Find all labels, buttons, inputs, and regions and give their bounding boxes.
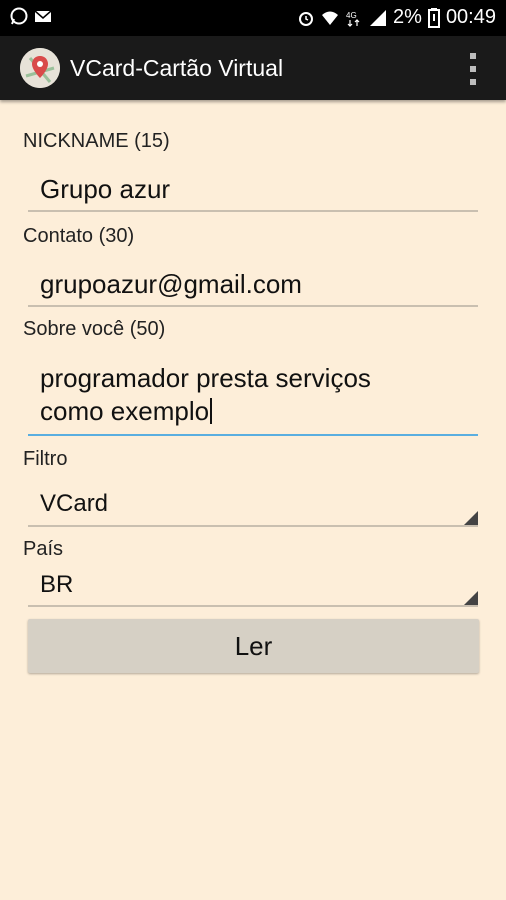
4g-icon: 4G <box>346 11 360 27</box>
map-pin-icon <box>20 48 60 88</box>
country-label: País <box>23 538 64 560</box>
contact-label: Contato (30) <box>23 225 135 247</box>
clock: 00:49 <box>445 6 496 28</box>
contact-underline <box>28 305 478 307</box>
about-line-1: programador presta serviços <box>40 363 371 393</box>
nickname-input[interactable]: Grupo azur <box>40 174 170 205</box>
country-dropdown-arrow-icon[interactable] <box>464 591 478 605</box>
svg-text:4G: 4G <box>346 11 357 20</box>
filter-underline <box>28 525 478 527</box>
status-bar: 4G 2% 00:49 <box>0 0 506 36</box>
read-button[interactable]: Ler <box>28 619 479 673</box>
text-cursor <box>210 398 213 424</box>
mail-icon <box>34 10 52 22</box>
app-icon <box>20 48 60 88</box>
about-textarea[interactable]: programador presta serviços como exemplo <box>40 362 470 428</box>
whatsapp-icon <box>10 7 28 25</box>
nickname-underline <box>28 210 478 212</box>
about-underline <box>28 434 478 436</box>
filter-dropdown-arrow-icon[interactable] <box>464 511 478 525</box>
filter-label: Filtro <box>23 448 68 470</box>
wifi-icon <box>322 11 339 25</box>
overflow-menu-icon[interactable] <box>468 53 478 85</box>
nickname-label: NICKNAME (15) <box>23 130 170 152</box>
battery-percent: 2% <box>393 6 422 28</box>
signal-icon <box>370 9 387 26</box>
alarm-icon <box>299 11 314 26</box>
about-label: Sobre você (50) <box>23 318 166 340</box>
app-title: VCard-Cartão Virtual <box>70 55 284 81</box>
filter-spinner[interactable]: VCard <box>40 490 108 518</box>
battery-icon <box>427 7 440 28</box>
app-toolbar: VCard-Cartão Virtual <box>0 36 506 100</box>
country-underline <box>28 605 478 607</box>
country-spinner[interactable]: BR <box>40 571 73 599</box>
contact-input[interactable]: grupoazur@gmail.com <box>40 269 302 300</box>
about-line-2: como exemplo <box>40 396 210 426</box>
